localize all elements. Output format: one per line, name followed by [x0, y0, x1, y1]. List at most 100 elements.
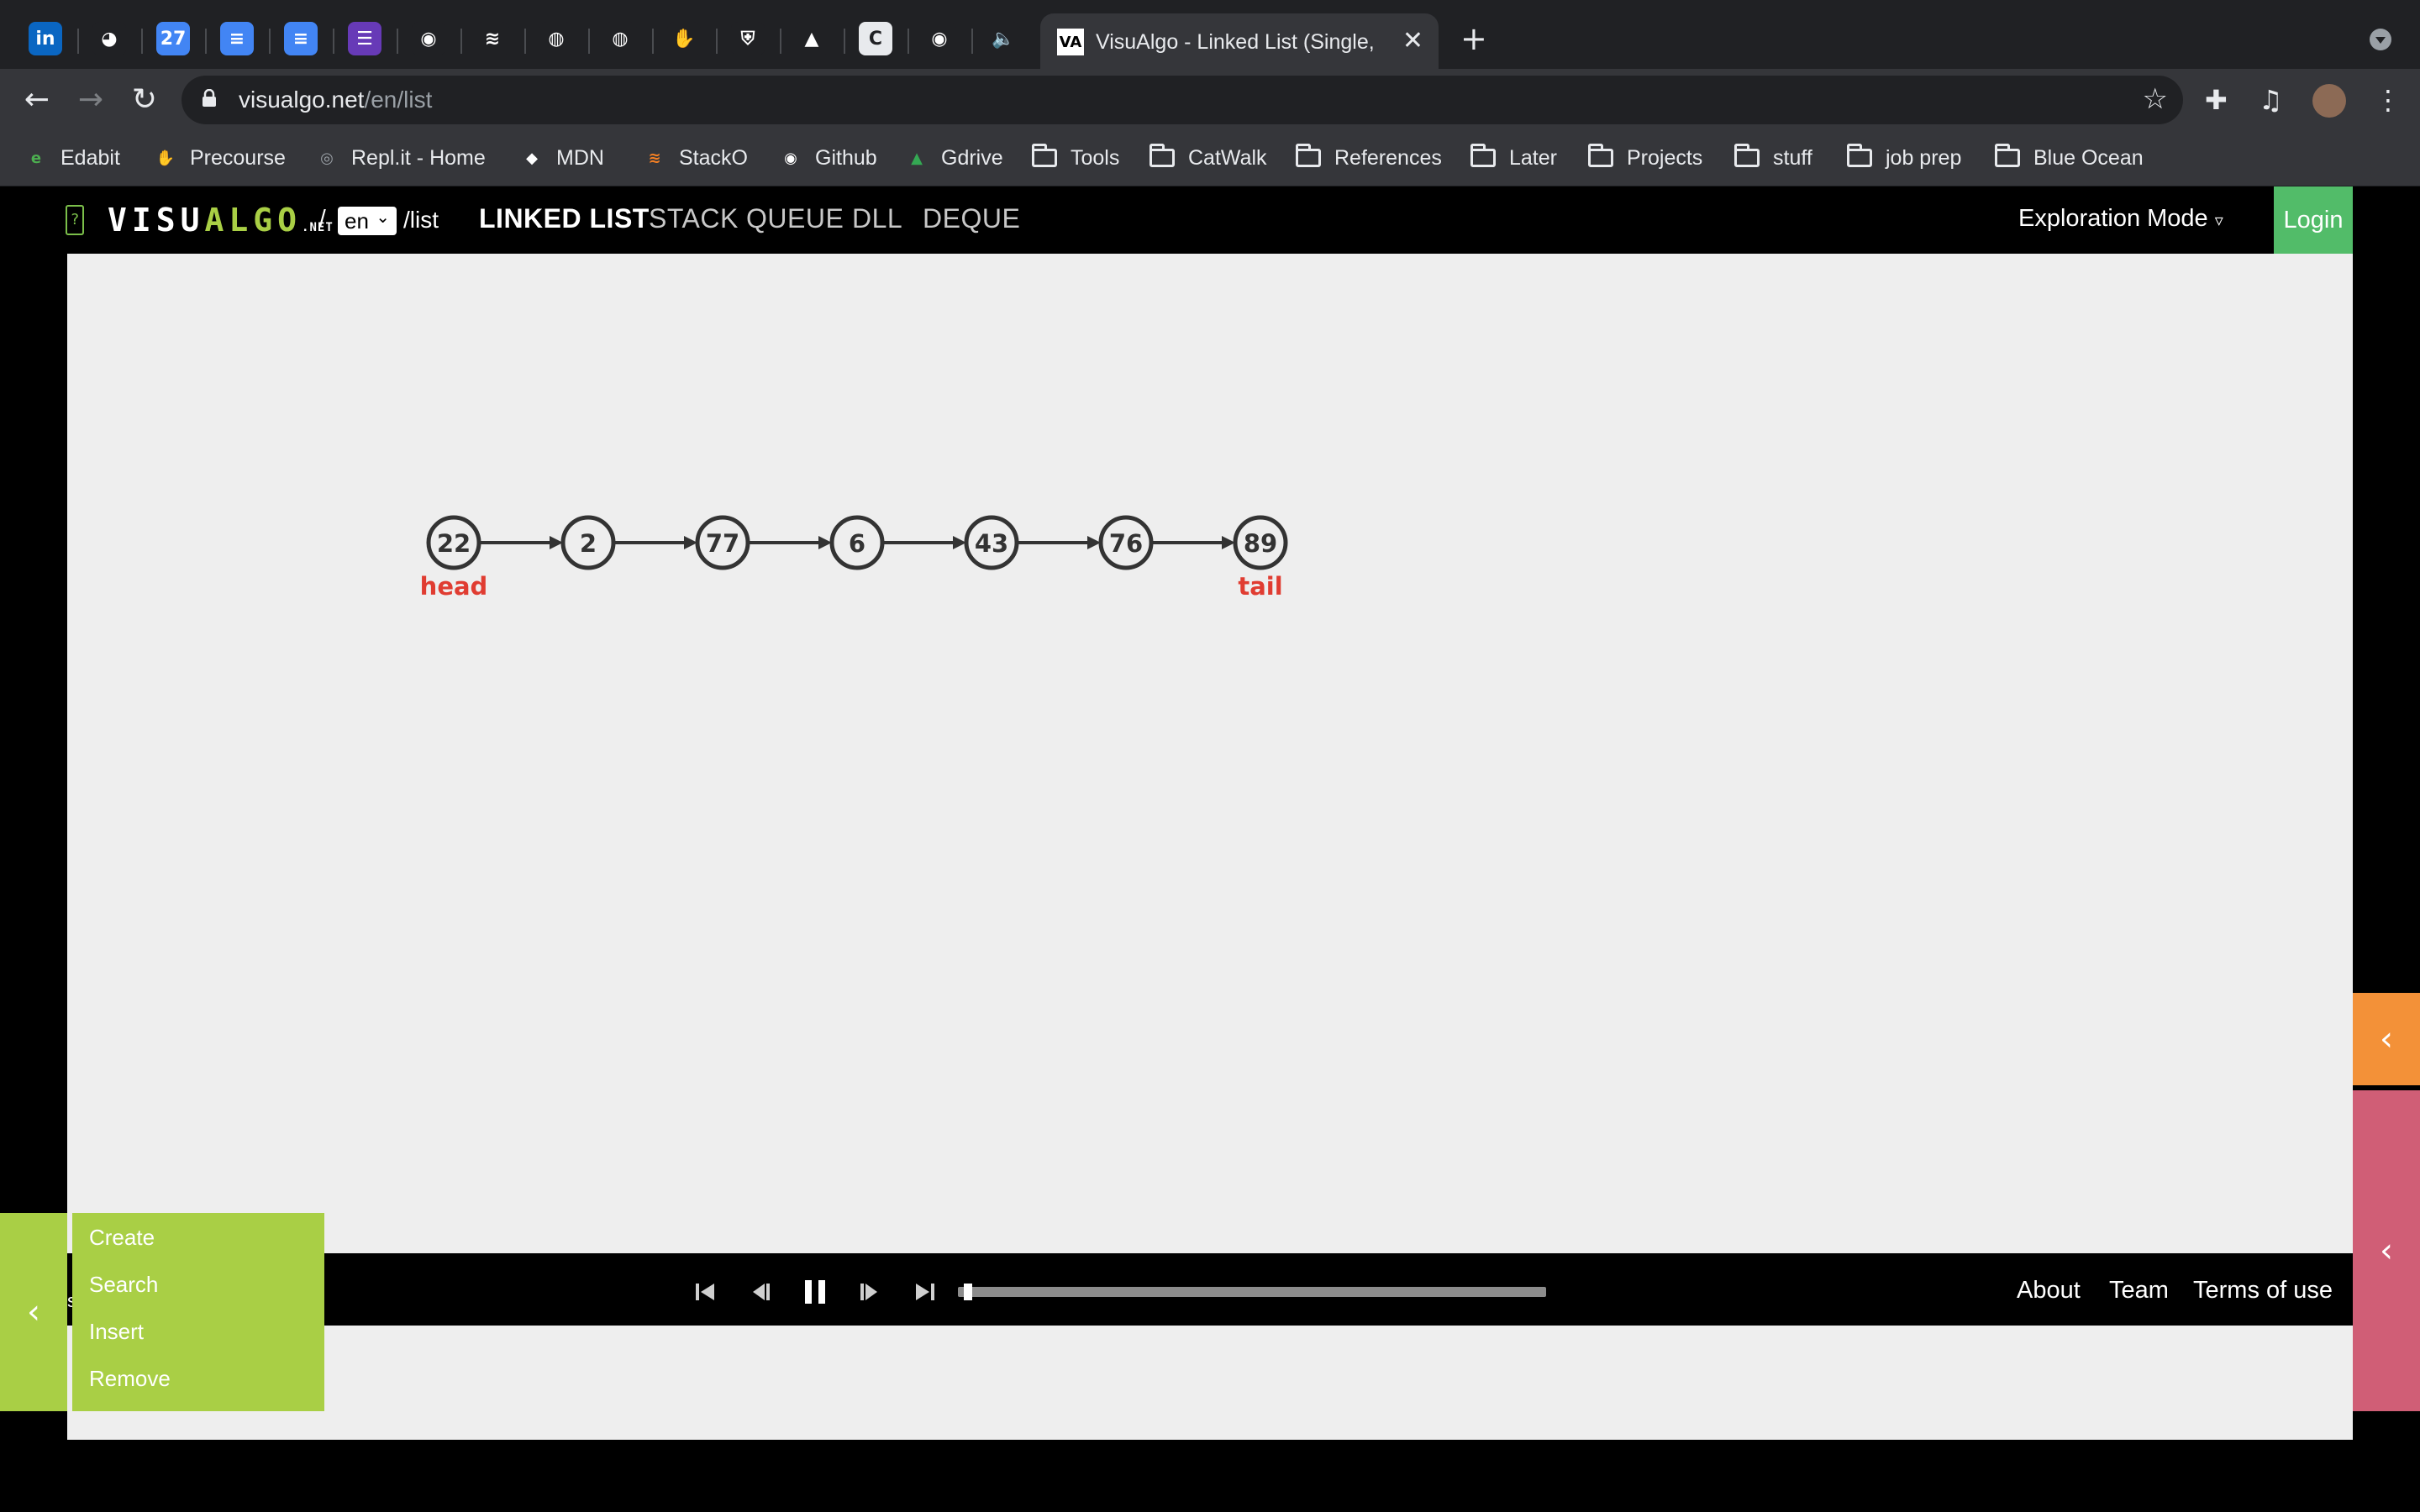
action-create[interactable]: Create — [72, 1225, 324, 1272]
node-value: 76 — [1109, 529, 1143, 558]
globe-icon[interactable]: ◍ — [539, 22, 573, 55]
google-docs-icon[interactable]: ≡ — [220, 22, 254, 55]
shield-icon[interactable]: ⛨ — [731, 22, 765, 55]
tab-search-icon[interactable] — [2370, 29, 2391, 50]
chevron-left-icon: ‹ — [27, 1293, 40, 1331]
url-path: /en/list — [364, 87, 433, 113]
bookmark-later[interactable]: Later — [1470, 143, 1557, 173]
calendar-icon[interactable]: 27 — [156, 22, 190, 55]
bookmark-tools[interactable]: Tools — [1032, 143, 1119, 173]
bookmark-mdn[interactable]: ◆ MDN — [519, 143, 604, 173]
bookmark-star-icon[interactable]: ☆ — [2143, 82, 2168, 116]
step-forward-icon[interactable] — [854, 1275, 887, 1309]
hand-icon[interactable]: ✋ — [667, 22, 701, 55]
bookmark-gdrive[interactable]: ▲ Gdrive — [904, 143, 1003, 173]
bookmark-label: Projects — [1627, 145, 1703, 170]
speaker-icon[interactable]: 🔈 — [986, 22, 1020, 55]
nav-queue[interactable]: QUEUE — [746, 203, 844, 234]
bookmark-blue-ocean[interactable]: Blue Ocean — [1995, 143, 2144, 173]
progress-handle[interactable] — [964, 1284, 972, 1300]
folder-icon — [1150, 144, 1175, 167]
profile-avatar[interactable] — [2312, 84, 2346, 118]
node-value: 6 — [849, 529, 865, 558]
mode-dropdown[interactable]: Exploration Mode ▿ — [2018, 205, 2223, 233]
linkedin-icon[interactable]: in — [29, 22, 62, 55]
visualgo-favicon-icon: VA — [1057, 29, 1084, 55]
footer-link-about[interactable]: About — [2017, 1277, 2081, 1305]
bookmark-repl-it-home[interactable]: ◎ Repl.it - Home — [314, 143, 486, 173]
folder-icon — [1470, 144, 1496, 167]
logo-algo: ALGO — [204, 202, 302, 239]
action-search[interactable]: Search — [72, 1272, 324, 1319]
login-button[interactable]: Login — [2274, 186, 2353, 254]
nav-deque[interactable]: DEQUE — [923, 203, 1020, 234]
bookmark-label: Repl.it - Home — [351, 145, 486, 170]
menu-dots-icon[interactable]: ⋮ — [2375, 84, 2402, 116]
edabit-icon: e — [30, 149, 42, 167]
nav-linked-list[interactable]: LINKED LIST — [479, 203, 650, 234]
nav-stack[interactable]: STACK — [649, 203, 739, 234]
footer-link-team[interactable]: Team — [2109, 1277, 2169, 1305]
bookmark-github[interactable]: ◉ Github — [778, 143, 877, 173]
codetrace-panel-toggle[interactable]: ‹ — [2353, 1090, 2420, 1411]
new-tab-button[interactable]: + — [1460, 22, 1487, 55]
google-drive-icon: ▲ — [911, 149, 923, 167]
stackoverflow-icon[interactable]: ≋ — [476, 22, 509, 55]
globe-icon[interactable]: ◍ — [603, 22, 637, 55]
bookmark-label: Tools — [1071, 145, 1120, 170]
google-docs-icon[interactable]: ≡ — [284, 22, 318, 55]
animation-progress-bar[interactable] — [958, 1287, 1546, 1297]
bookmark-label: References — [1334, 145, 1442, 170]
action-remove[interactable]: Remove — [72, 1366, 324, 1413]
step-backward-icon[interactable] — [743, 1275, 776, 1309]
go-to-end-icon[interactable] — [908, 1275, 941, 1309]
help-icon[interactable]: ? — [66, 205, 84, 235]
active-tab-title: VisuAlgo - Linked List (Single, Doubly),… — [1096, 30, 1381, 54]
tab-separator — [524, 29, 526, 54]
hand-icon: ✋ — [155, 149, 176, 167]
forward-icon[interactable]: → — [72, 81, 109, 118]
bookmark-label: stuff — [1773, 145, 1812, 170]
tab-separator — [844, 29, 845, 54]
nav-dll[interactable]: DLL — [852, 203, 902, 234]
google-forms-icon[interactable]: ☰ — [348, 22, 381, 55]
folder-icon — [1995, 144, 2020, 167]
pause-icon[interactable] — [798, 1275, 832, 1309]
node-value: 43 — [975, 529, 1008, 558]
address-bar[interactable]: visualgo.net/en/list ☆ — [182, 76, 2183, 124]
bookmark-stacko[interactable]: ≋ StackO — [642, 143, 748, 173]
github-icon[interactable]: ◉ — [923, 22, 956, 55]
bookmark-stuff[interactable]: stuff — [1734, 143, 1812, 173]
module-path: /list — [403, 207, 439, 233]
media-control-icon[interactable]: ♫ — [2259, 84, 2283, 116]
bookmark-precourse[interactable]: ✋ Precourse — [153, 143, 286, 173]
tab-separator — [460, 29, 462, 54]
actions-panel-toggle[interactable]: ‹ — [0, 1213, 67, 1411]
bookmark-edabit[interactable]: e Edabit — [24, 143, 120, 173]
visualgo-logo[interactable]: VISUALGO.NET — [108, 202, 334, 239]
bookmark-catwalk[interactable]: CatWalk — [1150, 143, 1267, 173]
bookmark-job-prep[interactable]: job prep — [1847, 143, 1961, 173]
active-tab[interactable]: VA VisuAlgo - Linked List (Single, Doubl… — [1040, 13, 1439, 69]
google-drive-icon[interactable]: ▲ — [795, 22, 829, 55]
node-value: 89 — [1244, 529, 1277, 558]
go-to-beginning-icon[interactable] — [689, 1275, 723, 1309]
close-tab-icon[interactable]: ✕ — [1402, 27, 1423, 55]
browser-toolbar: ← → ↻ visualgo.net/en/list ☆ ✚ ♫ ⋮ — [0, 69, 2420, 131]
footer-link-terms-of-use[interactable]: Terms of use — [2193, 1277, 2333, 1305]
status-panel-toggle[interactable]: ‹ — [2353, 993, 2420, 1085]
language-select[interactable]: en ⌄ — [338, 207, 397, 235]
url-text: visualgo.net/en/list — [239, 87, 432, 113]
bookmark-label: Github — [815, 145, 877, 170]
color-wheel-icon[interactable]: ◕ — [92, 22, 126, 55]
bookmark-projects[interactable]: Projects — [1588, 143, 1702, 173]
bookmark-references[interactable]: References — [1296, 143, 1442, 173]
github-icon[interactable]: ◉ — [412, 22, 445, 55]
bookmark-label: StackO — [679, 145, 748, 170]
extensions-icon[interactable]: ✚ — [2205, 84, 2228, 116]
reload-icon[interactable]: ↻ — [126, 81, 163, 118]
back-icon[interactable]: ← — [18, 81, 55, 118]
action-insert[interactable]: Insert — [72, 1319, 324, 1366]
page-icon[interactable]: C — [859, 22, 892, 55]
mdn-icon: ◆ — [526, 149, 538, 167]
